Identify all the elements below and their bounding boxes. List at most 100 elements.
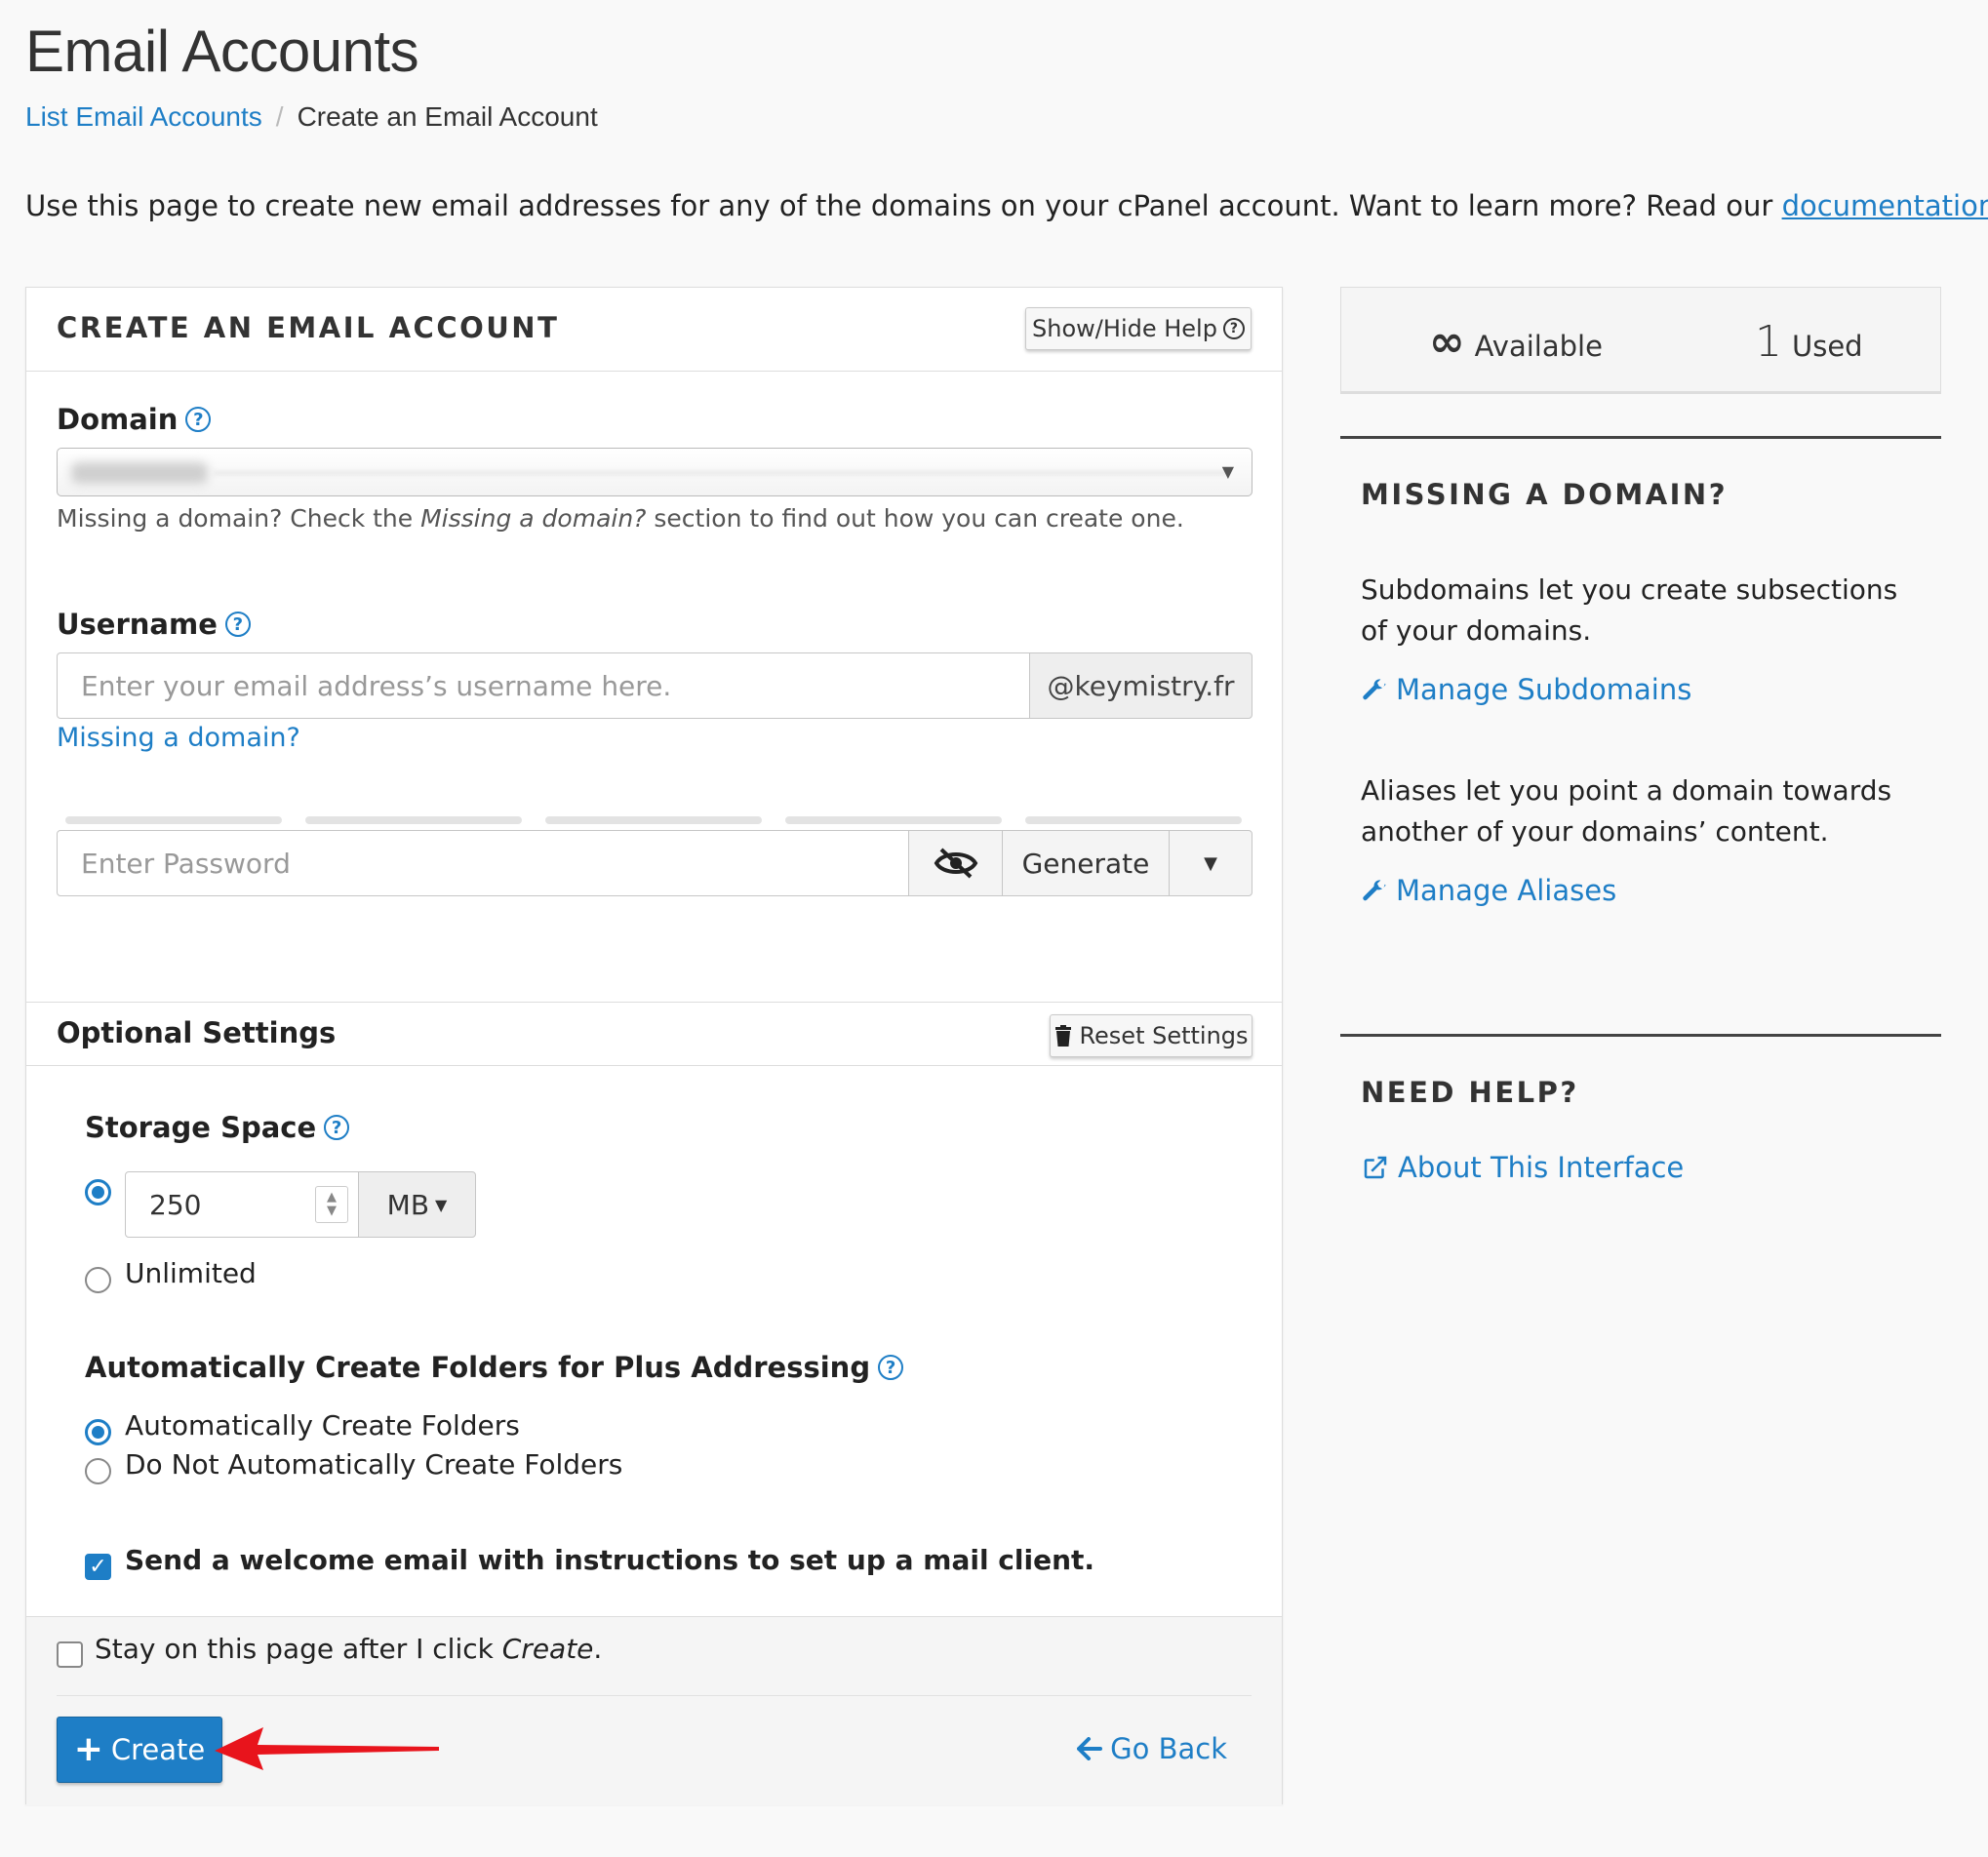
password-placeholder: Enter Password xyxy=(81,847,291,880)
intro-text: Use this page to create new email addres… xyxy=(25,189,1988,226)
storage-unlimited-radio[interactable] xyxy=(85,1267,111,1293)
sidebar-divider xyxy=(1340,436,1941,439)
manage-subdomains-label: Manage Subdomains xyxy=(1396,673,1692,706)
domain-hint-post: section to find out how you can create o… xyxy=(646,504,1184,533)
need-help-title: NEED HELP? xyxy=(1361,1076,1579,1109)
page-title: Email Accounts xyxy=(25,19,419,84)
panel-footer: Stay on this page after I click Create. … xyxy=(26,1616,1282,1805)
domain-hint-em: Missing a domain? xyxy=(420,504,647,533)
go-back-link[interactable]: Go Back xyxy=(1077,1732,1227,1765)
generate-options-dropdown[interactable]: ▼ xyxy=(1169,830,1252,896)
panel-title: CREATE AN EMAIL ACCOUNT xyxy=(57,311,560,344)
question-circle-icon[interactable]: ? xyxy=(878,1355,904,1380)
manage-subdomains-link[interactable]: Manage Subdomains xyxy=(1361,673,1691,706)
storage-quota-value: 250 xyxy=(149,1188,202,1221)
optional-settings-header: Optional Settings Reset Settings xyxy=(26,1002,1282,1066)
show-hide-help-label: Show/Hide Help xyxy=(1032,315,1217,342)
available-stat: ∞ Available xyxy=(1429,317,1603,367)
domain-value-redacted xyxy=(71,462,208,484)
domain-hint-pre: Missing a domain? Check the xyxy=(57,504,421,533)
domain-label-text: Domain xyxy=(57,403,179,436)
storage-limited-radio[interactable] xyxy=(85,1179,111,1205)
welcome-email-label: Send a welcome email with instructions t… xyxy=(125,1544,1095,1576)
storage-space-label-text: Storage Space xyxy=(85,1111,317,1144)
trash-icon xyxy=(1055,1025,1072,1047)
stay-on-page-post: . xyxy=(593,1633,603,1665)
subdomains-text: Subdomains let you create subsections of… xyxy=(1361,573,1898,647)
question-circle-icon: ? xyxy=(1222,318,1245,339)
storage-space-label: Storage Space ? xyxy=(85,1111,350,1144)
password-strength-segment xyxy=(545,816,762,824)
password-input[interactable]: Enter Password xyxy=(57,830,909,896)
used-label: Used xyxy=(1792,330,1863,363)
stay-on-page-pre: Stay on this page after I click xyxy=(95,1633,502,1665)
password-strength-segment xyxy=(1025,816,1242,824)
create-button[interactable]: + Create xyxy=(57,1717,222,1783)
storage-unlimited-label: Unlimited xyxy=(125,1257,257,1289)
wrench-icon xyxy=(1363,679,1386,700)
breadcrumb-list-email-accounts[interactable]: List Email Accounts xyxy=(25,101,262,133)
intro-text-body: Use this page to create new email addres… xyxy=(25,189,1773,222)
sidebar-divider xyxy=(1340,1034,1941,1037)
stay-on-page-checkbox[interactable] xyxy=(57,1641,83,1668)
welcome-email-checkbox[interactable]: ✓ xyxy=(85,1554,111,1580)
domain-value-redacted-line xyxy=(214,471,1228,475)
about-interface-link[interactable]: About This Interface xyxy=(1361,1151,1684,1184)
username-label-text: Username xyxy=(57,608,218,641)
show-hide-help-button[interactable]: Show/Hide Help ? xyxy=(1025,307,1252,350)
create-email-panel: CREATE AN EMAIL ACCOUNT Show/Hide Help ?… xyxy=(25,287,1283,1805)
auto-create-folders-label: Automatically Create Folders xyxy=(125,1409,520,1442)
breadcrumb-separator: / xyxy=(275,101,284,132)
plus-icon: + xyxy=(73,1729,103,1769)
stay-on-page-em: Create xyxy=(501,1633,594,1665)
domain-label: Domain ? xyxy=(57,403,212,436)
missing-domain-link[interactable]: Missing a domain? xyxy=(57,723,300,753)
question-circle-icon[interactable]: ? xyxy=(224,612,251,637)
usage-stats-box: ∞ Available 1 Used xyxy=(1340,287,1941,394)
reset-settings-label: Reset Settings xyxy=(1079,1022,1249,1049)
question-circle-icon[interactable]: ? xyxy=(185,407,212,432)
plus-addressing-label-text: Automatically Create Folders for Plus Ad… xyxy=(85,1351,871,1384)
generate-password-button[interactable]: Generate xyxy=(1002,830,1170,896)
used-count: 1 xyxy=(1755,317,1782,367)
documentation-link[interactable]: documentation xyxy=(1782,189,1988,222)
username-placeholder: Enter your email address’s username here… xyxy=(81,669,672,702)
footer-divider xyxy=(57,1695,1252,1696)
reset-settings-button[interactable]: Reset Settings xyxy=(1050,1014,1252,1057)
caret-down-icon: ▼ xyxy=(1204,852,1217,874)
username-input[interactable]: Enter your email address’s username here… xyxy=(57,652,1030,719)
manage-aliases-link[interactable]: Manage Aliases xyxy=(1361,874,1616,907)
username-label: Username ? xyxy=(57,608,251,641)
external-link-icon xyxy=(1364,1156,1387,1179)
number-stepper[interactable]: ▲ ▼ xyxy=(315,1186,348,1223)
create-button-label: Create xyxy=(110,1733,206,1766)
domain-hint: Missing a domain? Check the Missing a do… xyxy=(57,504,1184,533)
wrench-icon xyxy=(1363,880,1386,901)
domain-select[interactable]: ▼ xyxy=(57,448,1252,496)
go-back-label: Go Back xyxy=(1110,1732,1227,1765)
storage-unit-label: MB xyxy=(386,1188,430,1221)
plus-addressing-label: Automatically Create Folders for Plus Ad… xyxy=(85,1351,904,1384)
no-auto-create-folders-radio[interactable] xyxy=(85,1458,111,1484)
auto-create-folders-radio[interactable] xyxy=(85,1419,111,1445)
available-label: Available xyxy=(1474,330,1603,363)
used-stat: 1 Used xyxy=(1755,317,1863,367)
breadcrumb: List Email Accounts / Create an Email Ac… xyxy=(25,101,598,133)
about-interface-label: About This Interface xyxy=(1398,1151,1685,1184)
no-auto-create-folders-label: Do Not Automatically Create Folders xyxy=(125,1448,623,1481)
storage-quota-input[interactable]: 250 ▲ ▼ xyxy=(125,1171,359,1238)
toggle-password-visibility-button[interactable] xyxy=(908,830,1003,896)
infinity-icon: ∞ xyxy=(1429,317,1465,367)
eye-slash-icon xyxy=(934,848,977,879)
stay-on-page-label: Stay on this page after I click Create. xyxy=(95,1633,602,1665)
caret-down-icon: ▼ xyxy=(435,1195,448,1214)
storage-unit-dropdown[interactable]: MB ▼ xyxy=(358,1171,476,1238)
manage-aliases-label: Manage Aliases xyxy=(1396,874,1617,907)
password-strength-segment xyxy=(785,816,1002,824)
password-strength-segment xyxy=(305,816,522,824)
aliases-text: Aliases let you point a domain towards a… xyxy=(1361,774,1892,848)
question-circle-icon[interactable]: ? xyxy=(324,1115,350,1140)
username-domain-suffix: @keymistry.fr xyxy=(1029,652,1252,719)
breadcrumb-current: Create an Email Account xyxy=(297,101,598,132)
missing-domain-title: MISSING A DOMAIN? xyxy=(1361,478,1729,511)
